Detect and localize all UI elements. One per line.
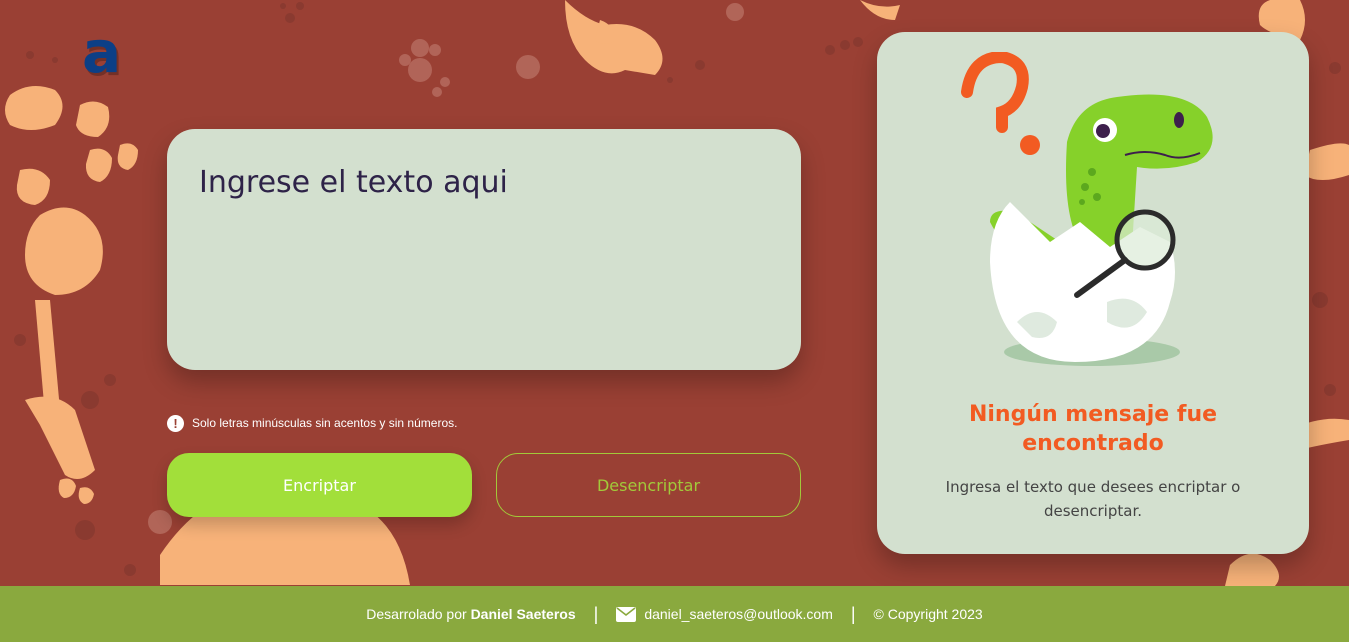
output-card: Ningún mensaje fue encontrado Ingresa el…	[877, 32, 1309, 554]
footer-separator: |	[593, 603, 599, 624]
email-address[interactable]: daniel_saeteros@outlook.com	[644, 606, 833, 622]
author-name[interactable]: Daniel Saeteros	[471, 606, 576, 622]
input-hint: ! Solo letras minúsculas sin acentos y s…	[167, 414, 457, 432]
hint-text: Solo letras minúsculas sin acentos y sin…	[192, 416, 458, 430]
output-text: Ingresa el texto que desees encriptar o …	[945, 478, 1241, 520]
footer-email[interactable]: daniel_saeteros@outlook.com	[616, 606, 833, 622]
footer-separator: |	[850, 603, 856, 624]
developed-by-text: Desarrolado por	[366, 606, 467, 622]
text-input[interactable]	[167, 129, 801, 370]
exclamation-circle-icon: !	[167, 414, 184, 432]
mail-icon	[616, 606, 637, 622]
footer-credit: Desarrolado por Daniel Saeteros	[366, 606, 575, 622]
copyright-text: © Copyright 2023	[873, 606, 983, 622]
encrypt-button[interactable]: Encriptar	[167, 453, 472, 517]
input-card	[167, 129, 801, 370]
output-title: Ningún mensaje fue encontrado	[968, 402, 1218, 456]
decrypt-button[interactable]: Desencriptar	[496, 453, 801, 517]
footer: Desarrolado por Daniel Saeteros | daniel…	[0, 586, 1349, 642]
dinosaur-with-magnifier-illustration	[961, 52, 1213, 366]
app-logo[interactable]: a	[82, 22, 122, 82]
